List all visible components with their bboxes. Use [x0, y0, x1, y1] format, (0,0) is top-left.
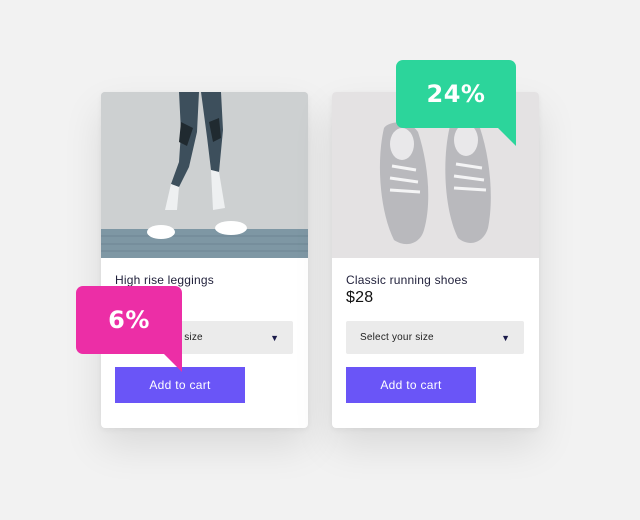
discount-badge-leggings: 6%	[76, 286, 182, 372]
chevron-down-icon: ▼	[501, 332, 510, 343]
badge-tail	[164, 354, 182, 372]
size-select-placeholder: Select your size	[360, 332, 434, 343]
product-image-leggings[interactable]	[101, 92, 308, 258]
product-card-leggings: High rise leggings Select your size ▼ Ad…	[101, 92, 308, 428]
add-to-cart-button[interactable]: Add to cart	[115, 367, 245, 403]
discount-value: 6%	[108, 306, 150, 334]
product-name: Classic running shoes	[346, 273, 468, 287]
badge-tail	[498, 128, 516, 146]
product-price: $28	[346, 289, 374, 306]
discount-badge-shoes: 24%	[396, 60, 516, 146]
add-to-cart-button[interactable]: Add to cart	[346, 367, 476, 403]
discount-value: 24%	[426, 80, 486, 108]
size-select[interactable]: Select your size ▼	[346, 321, 524, 354]
product-name: High rise leggings	[115, 273, 214, 287]
chevron-down-icon: ▼	[270, 332, 279, 343]
